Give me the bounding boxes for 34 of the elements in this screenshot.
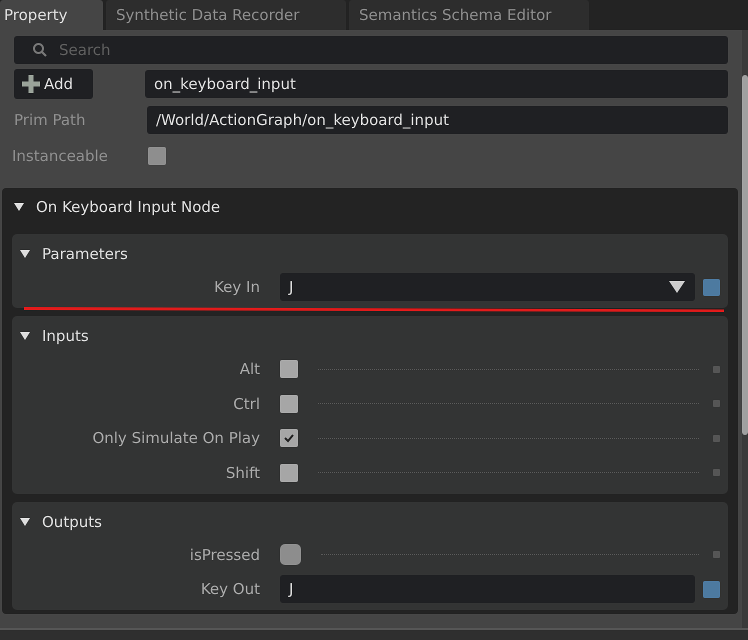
dropdown[interactable]: J <box>280 273 695 301</box>
property-label: Shift <box>224 464 261 482</box>
checkbox[interactable] <box>148 147 166 165</box>
tab[interactable]: Semantics Schema Editor <box>349 0 589 30</box>
search-field[interactable]: Search <box>14 36 728 64</box>
default-value-indicator[interactable] <box>713 434 720 442</box>
section-header[interactable]: On Keyboard Input Node <box>6 188 734 226</box>
add-button[interactable]: Add <box>14 69 93 99</box>
tab[interactable]: Synthetic Data Recorder <box>106 0 346 30</box>
scrollbar-thumb[interactable] <box>742 75 748 435</box>
checkbox[interactable] <box>280 394 298 412</box>
field-label: Instanceable <box>12 147 109 165</box>
plus-icon <box>22 75 40 93</box>
text-field[interactable]: J <box>280 575 695 603</box>
property-label: Only Simulate On Play <box>91 429 261 447</box>
section-header[interactable]: Outputs <box>12 502 110 542</box>
section-header[interactable]: Parameters <box>12 234 136 274</box>
tab[interactable]: Property <box>0 0 103 30</box>
property-label: Alt <box>238 360 261 378</box>
section-header[interactable]: Inputs <box>12 316 97 356</box>
default-value-indicator[interactable] <box>713 366 720 372</box>
default-value-indicator[interactable] <box>703 278 720 296</box>
prim-path-field[interactable]: /World/ActionGraph/on_keyboard_input <box>147 106 728 134</box>
caret-icon <box>669 281 685 293</box>
property-label: Key Out <box>200 580 261 598</box>
checkbox[interactable] <box>280 360 298 378</box>
name-field[interactable]: on_keyboard_input <box>145 70 728 98</box>
property-label: Ctrl <box>232 394 261 412</box>
default-value-indicator[interactable] <box>703 580 720 598</box>
checkbox[interactable] <box>280 429 298 447</box>
field-label: Prim Path <box>14 111 86 129</box>
property-label: isPressed <box>188 546 261 564</box>
property-label: Key In <box>213 278 261 296</box>
checkbox[interactable] <box>280 464 298 482</box>
